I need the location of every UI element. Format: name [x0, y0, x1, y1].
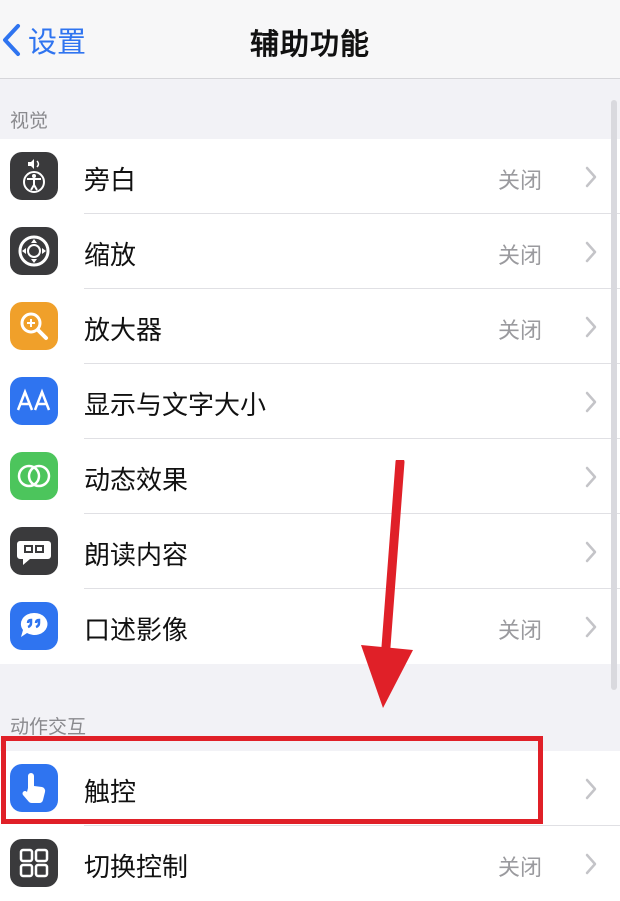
- chevron-right-icon: [585, 616, 597, 638]
- navigation-bar: 设置 辅助功能: [0, 0, 620, 79]
- row-label: 放大器: [84, 316, 163, 346]
- voiceover-icon: [10, 152, 58, 200]
- row-label: 缩放: [84, 241, 137, 271]
- motion-icon: [10, 452, 58, 500]
- row-value: 关闭: [497, 244, 542, 269]
- annotation-arrow: [361, 460, 413, 708]
- row-label: 切换控制: [84, 853, 189, 883]
- spoken-content-icon: [10, 527, 58, 575]
- row-label: 动态效果: [84, 466, 189, 496]
- row-label: 显示与文字大小: [84, 391, 267, 421]
- row-label: 旁白: [84, 166, 137, 196]
- row-magnifier[interactable]: 放大器 关闭: [0, 289, 620, 364]
- annotation-highlight-box: [1, 736, 543, 824]
- row-label: 朗读内容: [84, 541, 189, 571]
- row-display-text-size[interactable]: 显示与文字大小: [0, 364, 620, 439]
- row-audio-descriptions[interactable]: 口述影像 关闭: [0, 589, 620, 664]
- vision-group: 旁白 关闭 缩放 关闭 放大器 关闭 显示与文字大小 动态效果 朗读内容 口述影…: [0, 139, 620, 664]
- row-value: 关闭: [497, 619, 542, 644]
- chevron-right-icon: [585, 541, 597, 563]
- chevron-right-icon: [585, 466, 597, 488]
- row-motion[interactable]: 动态效果: [0, 439, 620, 514]
- chevron-right-icon: [585, 241, 597, 263]
- row-value: 关闭: [497, 856, 542, 881]
- row-spoken-content[interactable]: 朗读内容: [0, 514, 620, 589]
- chevron-right-icon: [585, 316, 597, 338]
- text-size-icon: [10, 377, 58, 425]
- scroll-indicator[interactable]: [611, 100, 617, 690]
- chevron-right-icon: [585, 391, 597, 413]
- audio-descriptions-icon: [10, 602, 58, 650]
- row-value: 关闭: [497, 169, 542, 194]
- row-switch-control[interactable]: 切换控制 关闭: [0, 826, 620, 901]
- section-header-vision: 视觉: [10, 110, 49, 132]
- magnifier-icon: [10, 302, 58, 350]
- page-title: 辅助功能: [249, 27, 370, 61]
- zoom-icon: [10, 227, 58, 275]
- switch-control-icon: [10, 839, 58, 887]
- chevron-right-icon: [585, 166, 597, 188]
- chevron-right-icon: [585, 778, 597, 800]
- row-label: 口述影像: [84, 616, 189, 646]
- row-voiceover[interactable]: 旁白 关闭: [0, 139, 620, 214]
- row-value: 关闭: [497, 319, 542, 344]
- section-header-interaction: 动作交互: [10, 716, 87, 738]
- chevron-right-icon: [585, 853, 597, 875]
- row-zoom[interactable]: 缩放 关闭: [0, 214, 620, 289]
